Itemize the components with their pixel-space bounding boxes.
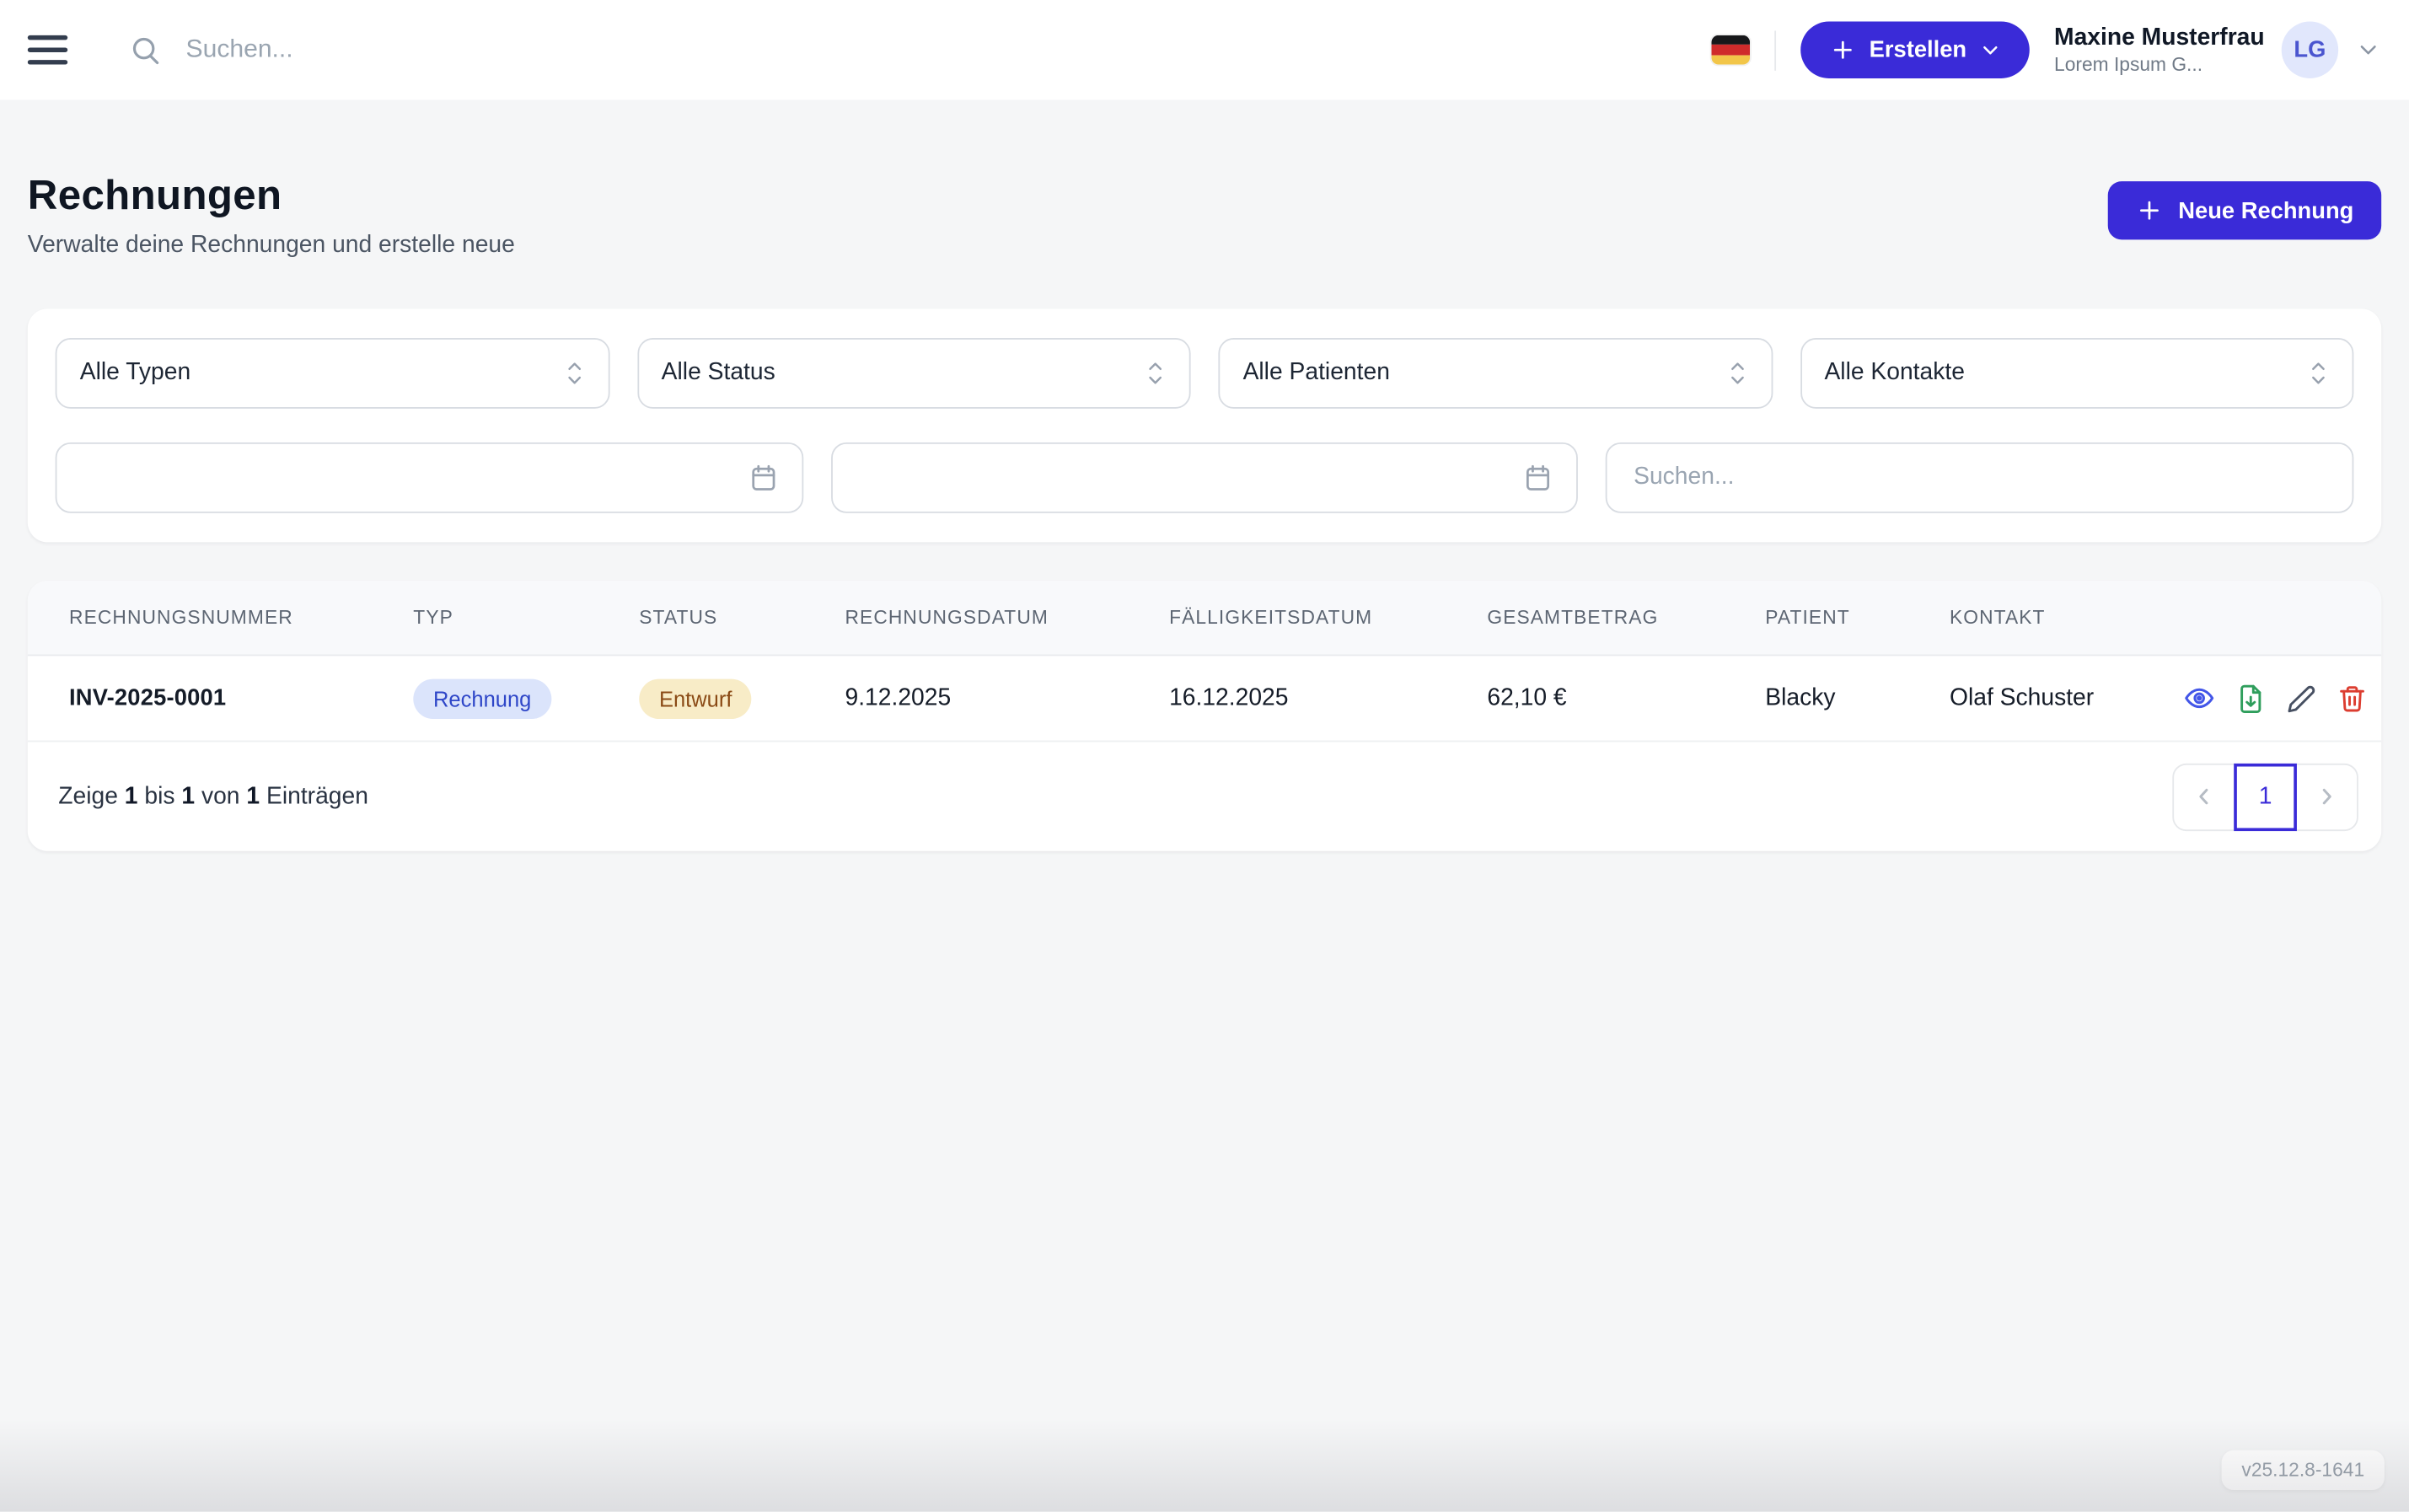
contact-filter-select[interactable]: Alle Kontakte: [1800, 338, 2353, 409]
date-to-input[interactable]: [856, 463, 1523, 493]
date-from-field[interactable]: [56, 442, 803, 513]
page-title: Rechnungen: [28, 172, 515, 220]
col-header-due-date: FÄLLIGKEITSDATUM: [1169, 607, 1487, 629]
col-header-status: STATUS: [639, 607, 845, 629]
status-filter-select[interactable]: Alle Status: [637, 338, 1191, 409]
entries-summary: Zeige 1 bis 1 von 1 Einträgen: [58, 783, 368, 811]
select-chevrons-icon: [1145, 360, 1167, 388]
filter-panel: Alle Typen Alle Status Alle Patienten: [28, 308, 2381, 542]
col-header-invoice-date: RECHNUNGSDATUM: [845, 607, 1169, 629]
table-search-input[interactable]: [1630, 463, 2329, 493]
user-name: Maxine Musterfrau: [2054, 23, 2265, 52]
type-badge: Rechnung: [413, 678, 551, 718]
create-button[interactable]: Erstellen: [1800, 22, 2030, 78]
table-row[interactable]: INV-2025-0001 Rechnung Entwurf 9.12.2025…: [28, 656, 2381, 742]
topbar-right: Erstellen Maxine Musterfrau Lorem Ipsum …: [1711, 22, 2381, 78]
calendar-icon: [1523, 463, 1553, 493]
plus-icon: [2135, 196, 2163, 224]
due-date: 16.12.2025: [1169, 684, 1487, 712]
filter-row-selects: Alle Typen Alle Status Alle Patienten: [56, 338, 2354, 409]
delete-icon[interactable]: [2337, 683, 2367, 713]
search-icon: [129, 34, 161, 66]
edit-icon[interactable]: [2286, 683, 2316, 713]
divider: [1774, 30, 1776, 70]
invoice-number: INV-2025-0001: [69, 685, 413, 711]
col-header-number: RECHNUNGSNUMMER: [69, 607, 413, 629]
pagination: 1: [2172, 763, 2358, 830]
page-header: Rechnungen Verwalte deine Rechnungen und…: [28, 172, 2381, 260]
user-menu[interactable]: Maxine Musterfrau Lorem Ipsum G... LG: [2054, 22, 2381, 78]
new-invoice-button[interactable]: Neue Rechnung: [2107, 181, 2381, 239]
total-amount: 62,10 €: [1487, 684, 1765, 712]
table-footer: Zeige 1 bis 1 von 1 Einträgen 1: [28, 742, 2381, 850]
filter-row-inputs: [56, 442, 2354, 513]
select-chevrons-icon: [2308, 360, 2330, 388]
date-to-field[interactable]: [830, 442, 1578, 513]
user-info: Maxine Musterfrau Lorem Ipsum G...: [2054, 23, 2265, 78]
patient-name: Blacky: [1765, 684, 1950, 712]
app-root: Erstellen Maxine Musterfrau Lorem Ipsum …: [0, 0, 2409, 1512]
type-filter-select[interactable]: Alle Typen: [56, 338, 609, 409]
calendar-icon: [748, 463, 778, 493]
avatar[interactable]: LG: [2282, 22, 2338, 78]
page-1-button[interactable]: 1: [2234, 763, 2297, 830]
page-title-block: Rechnungen Verwalte deine Rechnungen und…: [28, 172, 515, 260]
plus-icon: [1829, 37, 1855, 63]
invoice-date: 9.12.2025: [845, 684, 1169, 712]
bottom-fade: [0, 1419, 2409, 1511]
prev-page-button[interactable]: [2172, 763, 2235, 830]
row-actions: [2183, 682, 2368, 714]
user-org: Lorem Ipsum G...: [2054, 52, 2265, 78]
select-chevrons-icon: [1726, 360, 1748, 388]
download-pdf-icon[interactable]: [2235, 683, 2266, 713]
contact-name: Olaf Schuster: [1950, 684, 2183, 712]
menu-icon[interactable]: [28, 35, 67, 65]
col-header-patient: PATIENT: [1765, 607, 1950, 629]
col-header-type: TYP: [413, 607, 639, 629]
status-badge: Entwurf: [639, 678, 752, 718]
chevron-down-icon: [1981, 40, 2001, 60]
invoices-table: RECHNUNGSNUMMER TYP STATUS RECHNUNGSDATU…: [28, 581, 2381, 851]
col-header-total: GESAMTBETRAG: [1487, 607, 1765, 629]
table-search-field[interactable]: [1606, 442, 2353, 513]
page-subtitle: Verwalte deine Rechnungen und erstelle n…: [28, 232, 515, 260]
main-content: Rechnungen Verwalte deine Rechnungen und…: [0, 172, 2409, 851]
global-search: [129, 34, 1711, 66]
patient-filter-select[interactable]: Alle Patienten: [1218, 338, 1772, 409]
select-chevrons-icon: [563, 360, 585, 388]
search-input[interactable]: [183, 34, 1711, 66]
table-header-row: RECHNUNGSNUMMER TYP STATUS RECHNUNGSDATU…: [28, 581, 2381, 656]
language-flag-german[interactable]: [1711, 35, 1750, 65]
version-badge: v25.12.8-1641: [2222, 1450, 2385, 1490]
next-page-button[interactable]: [2295, 763, 2358, 830]
topbar: Erstellen Maxine Musterfrau Lorem Ipsum …: [0, 0, 2409, 99]
chevron-down-icon[interactable]: [2355, 37, 2381, 63]
col-header-contact: KONTAKT: [1950, 607, 2183, 629]
date-from-input[interactable]: [80, 463, 748, 493]
view-icon[interactable]: [2183, 682, 2215, 714]
